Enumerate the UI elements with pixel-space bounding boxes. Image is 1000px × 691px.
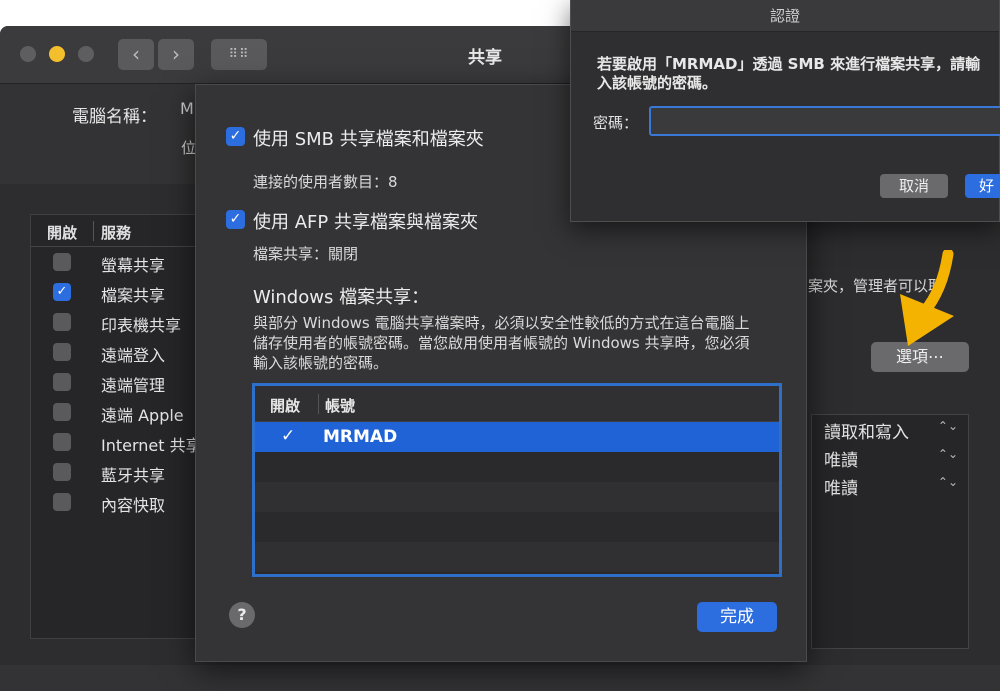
service-row-remote-login[interactable]: 遠端登入 bbox=[31, 337, 199, 367]
ok-button[interactable]: 好 bbox=[965, 174, 1000, 198]
checkmark-icon: ✓ bbox=[229, 211, 242, 227]
afp-status: 檔案共享：關閉 bbox=[253, 245, 359, 263]
service-row-remote-apple-events[interactable]: 遠端 Apple bbox=[31, 397, 199, 427]
column-account: 帳號 bbox=[325, 397, 356, 415]
chevron-right-icon: › bbox=[172, 42, 180, 66]
services-table-header: 開啟 服務 bbox=[31, 215, 199, 247]
service-checkbox[interactable]: ✓ bbox=[53, 283, 71, 301]
close-window-icon[interactable] bbox=[20, 46, 36, 62]
cancel-button[interactable]: 取消 bbox=[880, 174, 948, 198]
password-field[interactable] bbox=[649, 106, 1000, 136]
table-row bbox=[255, 452, 779, 482]
afp-checkbox[interactable]: ✓ bbox=[226, 210, 245, 229]
authentication-dialog: 認證 若要啟用「MRMAD」透過 SMB 來進行檔案共享，請輸 入該帳號的密碼。… bbox=[570, 0, 1000, 222]
column-enable: 開啟 bbox=[47, 224, 78, 242]
dialog-message: 若要啟用「MRMAD」透過 SMB 來進行檔案共享，請輸 入該帳號的密碼。 bbox=[597, 55, 981, 92]
computer-name-label: 電腦名稱： bbox=[72, 107, 157, 127]
back-button[interactable]: ‹ bbox=[118, 39, 154, 70]
service-row-content-caching[interactable]: 內容快取 bbox=[31, 487, 199, 517]
smb-label: 使用 SMB 共享檔案和檔案夾 bbox=[253, 129, 484, 150]
services-table: 開啟 服務 螢幕共享 ✓ 檔案共享 印表機共享 遠端登入 遠端管理 遠端 Appl… bbox=[30, 214, 202, 639]
windows-sharing-description: 與部分 Windows 電腦共享檔案時，必須以安全性較低的方式在這台電腦上儲存使… bbox=[253, 314, 750, 372]
service-checkbox[interactable] bbox=[53, 463, 71, 481]
service-checkbox[interactable] bbox=[53, 343, 71, 361]
checkmark-icon: ✓ bbox=[56, 284, 68, 299]
annotation-arrow-icon bbox=[900, 250, 954, 346]
service-checkbox[interactable] bbox=[53, 313, 71, 331]
table-row bbox=[255, 512, 779, 542]
accounts-table: 開啟 帳號 ✓ MRMAD bbox=[252, 383, 782, 577]
afp-label: 使用 AFP 共享檔案與檔案夾 bbox=[253, 212, 478, 233]
service-row-bluetooth-sharing[interactable]: 藍牙共享 bbox=[31, 457, 199, 487]
forward-button[interactable]: › bbox=[158, 39, 194, 70]
service-checkbox[interactable] bbox=[53, 373, 71, 391]
account-row-mrmad[interactable]: ✓ MRMAD bbox=[255, 422, 779, 452]
done-button[interactable]: 完成 bbox=[697, 602, 777, 632]
permission-row[interactable]: 唯讀 ⌃⌄ bbox=[812, 471, 968, 499]
up-down-stepper-icon[interactable]: ⌃⌄ bbox=[938, 475, 958, 489]
checkmark-icon: ✓ bbox=[229, 128, 242, 144]
up-down-stepper-icon[interactable]: ⌃⌄ bbox=[938, 447, 958, 461]
password-label: 密碼： bbox=[593, 114, 639, 132]
column-enable: 開啟 bbox=[270, 397, 301, 415]
permission-row[interactable]: 讀取和寫入 ⌃⌄ bbox=[812, 415, 968, 443]
up-down-stepper-icon[interactable]: ⌃⌄ bbox=[938, 419, 958, 433]
checkmark-icon[interactable]: ✓ bbox=[281, 426, 295, 446]
service-checkbox[interactable] bbox=[53, 433, 71, 451]
service-row-internet-sharing[interactable]: Internet 共享 bbox=[31, 427, 202, 457]
column-service: 服務 bbox=[101, 224, 132, 242]
service-row-printer-sharing[interactable]: 印表機共享 bbox=[31, 307, 199, 337]
accounts-table-header: 開啟 帳號 bbox=[255, 386, 779, 422]
table-row bbox=[255, 542, 779, 572]
permissions-list: 讀取和寫入 ⌃⌄ 唯讀 ⌃⌄ 唯讀 ⌃⌄ bbox=[811, 414, 969, 649]
service-checkbox[interactable] bbox=[53, 403, 71, 421]
permission-row[interactable]: 唯讀 ⌃⌄ bbox=[812, 443, 968, 471]
table-row bbox=[255, 482, 779, 512]
smb-checkbox[interactable]: ✓ bbox=[226, 127, 245, 146]
window-title: 共享 bbox=[468, 48, 502, 68]
chevron-left-icon: ‹ bbox=[132, 42, 140, 66]
windows-sharing-title: Windows 檔案共享： bbox=[253, 287, 430, 308]
minimize-window-icon[interactable] bbox=[49, 46, 65, 62]
zoom-window-icon[interactable] bbox=[78, 46, 94, 62]
service-row-remote-management[interactable]: 遠端管理 bbox=[31, 367, 199, 397]
service-checkbox[interactable] bbox=[53, 493, 71, 511]
help-button[interactable]: ? bbox=[229, 602, 255, 628]
service-checkbox[interactable] bbox=[53, 253, 71, 271]
service-row-screen-sharing[interactable]: 螢幕共享 bbox=[31, 247, 199, 277]
grid-icon: ⠿⠿ bbox=[228, 47, 250, 62]
service-row-file-sharing[interactable]: ✓ 檔案共享 bbox=[31, 277, 199, 307]
dialog-title: 認證 bbox=[571, 0, 999, 32]
connected-users-count: 連接的使用者數目：8 bbox=[253, 173, 398, 191]
address-label: 位 bbox=[181, 139, 197, 157]
show-all-button[interactable]: ⠿⠿ bbox=[211, 39, 267, 70]
